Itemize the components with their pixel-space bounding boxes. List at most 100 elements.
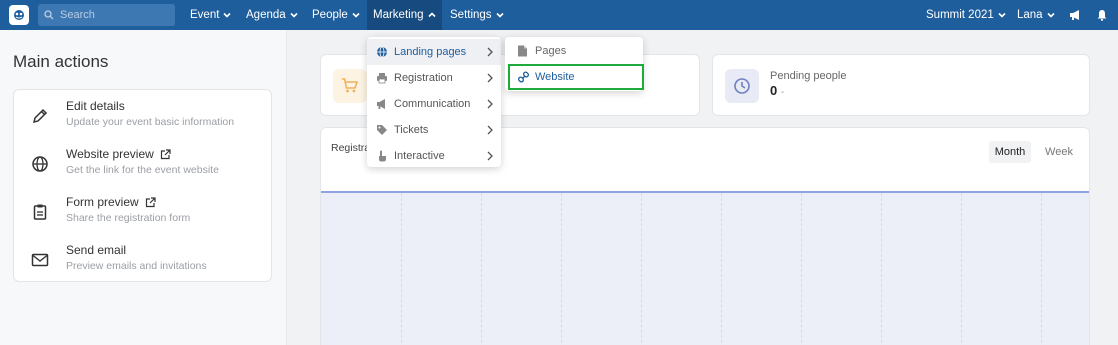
menu-item-label: Registration	[394, 72, 453, 84]
grid-line	[641, 193, 642, 345]
toggle-month[interactable]: Month	[989, 141, 1031, 163]
chart-plot-area	[321, 191, 1089, 345]
cart-icon	[342, 78, 359, 93]
action-description: Update your event basic information	[66, 116, 235, 128]
chevron-right-icon	[487, 125, 493, 135]
submenu-item-pages[interactable]: Pages	[505, 38, 643, 64]
event-selector-label: Summit 2021	[926, 9, 994, 21]
nav-agenda-label: Agenda	[246, 9, 286, 21]
grid-line	[401, 193, 402, 345]
chevron-right-icon	[487, 151, 493, 161]
action-description: Preview emails and invitations	[66, 260, 207, 272]
menu-item-label: Tickets	[394, 124, 429, 136]
user-name: Lana	[1017, 9, 1043, 21]
bell-icon	[1097, 10, 1107, 21]
nav-people[interactable]: People	[306, 0, 366, 30]
action-edit-details[interactable]: Edit details Update your event basic inf…	[14, 94, 271, 138]
search-icon	[44, 10, 54, 20]
grid-line	[481, 193, 482, 345]
landing-pages-submenu: Pages Website	[505, 37, 644, 91]
chevron-up-icon	[427, 12, 436, 18]
pending-count: 0	[770, 83, 778, 98]
menu-item-communication[interactable]: Communication	[367, 91, 501, 117]
action-website-preview[interactable]: Website preview Get the link for the eve…	[14, 142, 271, 186]
action-form-preview[interactable]: Form preview Share the registration form	[14, 190, 271, 234]
chevron-down-icon	[290, 12, 298, 18]
submenu-item-website[interactable]: Website	[508, 64, 644, 90]
clock-icon-box	[725, 69, 759, 103]
submenu-item-label: Pages	[535, 45, 567, 57]
pencil-icon	[32, 108, 48, 124]
event-selector[interactable]: Summit 2021	[920, 0, 1012, 30]
chevron-down-icon	[998, 12, 1006, 18]
nav-agenda[interactable]: Agenda	[240, 0, 304, 30]
link-icon	[518, 71, 529, 83]
menu-item-tickets[interactable]: Tickets	[367, 117, 501, 143]
action-description: Get the link for the event website	[66, 164, 219, 176]
notifications-button[interactable]	[1090, 0, 1114, 30]
clock-icon	[734, 78, 750, 94]
nav-settings-label: Settings	[450, 9, 492, 21]
logo-icon	[14, 10, 24, 20]
toggle-week[interactable]: Week	[1041, 141, 1077, 163]
nav-event[interactable]: Event	[184, 0, 237, 30]
chevron-right-icon	[487, 47, 493, 57]
nav-settings[interactable]: Settings	[444, 0, 510, 30]
app-logo[interactable]	[9, 5, 29, 25]
grid-line	[561, 193, 562, 345]
action-title: Website preview	[66, 147, 154, 161]
menu-item-landing-pages[interactable]: Landing pages	[367, 39, 501, 65]
action-title: Send email	[66, 243, 127, 257]
chart-title: Registra	[331, 142, 371, 154]
search-input[interactable]	[60, 9, 170, 21]
main-actions-title: Main actions	[13, 52, 109, 71]
file-icon	[518, 45, 527, 57]
nav-marketing[interactable]: Marketing	[367, 0, 442, 30]
nav-event-label: Event	[190, 9, 220, 21]
external-link-icon	[145, 196, 156, 207]
stat-card-pending-people: Pending people 0 -	[712, 54, 1090, 116]
grid-line	[961, 193, 962, 345]
external-link-icon	[160, 148, 171, 159]
nav-marketing-label: Marketing	[373, 9, 424, 21]
action-title: Form preview	[66, 195, 139, 209]
action-send-email[interactable]: Send email Preview emails and invitation…	[14, 238, 271, 282]
tags-icon	[377, 125, 387, 135]
nav-people-label: People	[312, 9, 348, 21]
menu-item-label: Landing pages	[394, 46, 467, 58]
chevron-down-icon	[352, 12, 360, 18]
chevron-down-icon	[223, 12, 231, 18]
main-actions-list: Edit details Update your event basic inf…	[13, 89, 272, 282]
left-panel: Main actions Edit details Update your ev…	[0, 30, 287, 345]
action-description: Share the registration form	[66, 212, 191, 224]
chevron-down-icon	[1047, 12, 1055, 18]
chevron-right-icon	[487, 73, 493, 83]
action-title: Edit details	[66, 99, 125, 113]
pending-suffix: -	[780, 87, 785, 98]
cart-icon-box	[333, 69, 367, 103]
marketing-dropdown-menu: Landing pages Registration Communication…	[367, 37, 501, 167]
pending-people-label: Pending people	[770, 70, 847, 82]
clipboard-icon	[33, 204, 47, 220]
menu-item-registration[interactable]: Registration	[367, 65, 501, 91]
user-menu[interactable]: Lana	[1011, 0, 1061, 30]
printer-icon	[377, 73, 387, 84]
menu-item-label: Communication	[394, 98, 471, 110]
grid-line	[881, 193, 882, 345]
megaphone-icon	[377, 99, 385, 109]
grid-line	[1041, 193, 1042, 345]
globe-icon	[32, 156, 48, 172]
pointer-hand-icon	[379, 150, 386, 162]
globe-icon	[377, 46, 387, 58]
envelope-icon	[31, 253, 49, 267]
menu-item-interactive[interactable]: Interactive	[367, 143, 501, 169]
grid-line	[721, 193, 722, 345]
grid-line	[801, 193, 802, 345]
chevron-down-icon	[495, 12, 504, 18]
announcements-button[interactable]	[1063, 0, 1088, 30]
search-box[interactable]	[38, 4, 175, 26]
submenu-item-label: Website	[535, 71, 575, 83]
top-navigation-bar: Event Agenda People Marketing Settings S…	[0, 0, 1118, 30]
megaphone-icon	[1070, 10, 1079, 20]
chevron-right-icon	[487, 99, 493, 109]
